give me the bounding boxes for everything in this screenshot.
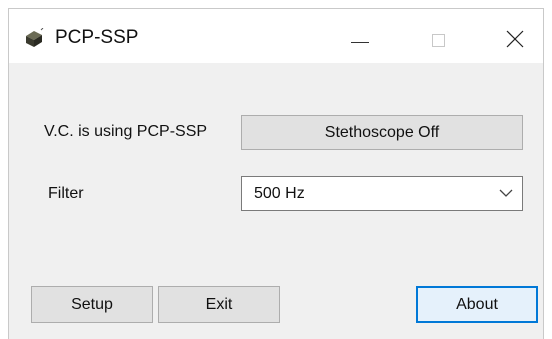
app-icon [24,27,46,48]
setup-button[interactable]: Setup [31,286,153,323]
chevron-down-icon [499,189,513,197]
filter-label: Filter [48,185,84,202]
app-window: PCP-SSP V.C. is using PCP-SSP Stethoscop… [8,8,544,339]
status-label: V.C. is using PCP-SSP [44,123,208,140]
close-icon [506,30,524,48]
about-button[interactable]: About [416,286,538,323]
exit-button[interactable]: Exit [158,286,280,323]
title-bar[interactable]: PCP-SSP [9,9,543,63]
window-title: PCP-SSP [55,27,139,48]
minimize-icon [351,42,369,43]
maximize-button [401,9,473,63]
minimize-button[interactable] [321,9,393,63]
maximize-icon [432,34,445,47]
filter-selected-value: 500 Hz [254,185,305,202]
close-button[interactable] [479,9,543,63]
filter-select[interactable]: 500 Hz [241,176,523,211]
stethoscope-button[interactable]: Stethoscope Off [241,115,523,150]
